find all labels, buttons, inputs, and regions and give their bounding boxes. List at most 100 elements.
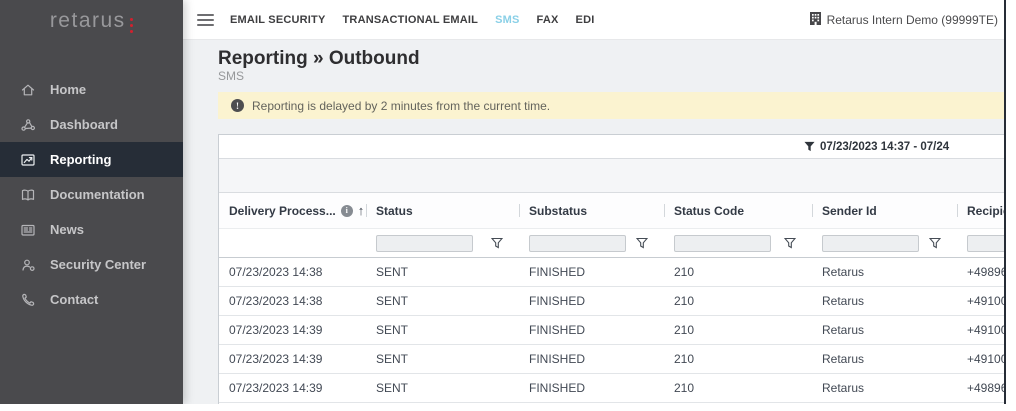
sidebar-item-news[interactable]: News bbox=[0, 212, 183, 247]
logo-text: retarus bbox=[50, 9, 126, 33]
sidebar-item-reporting[interactable]: Reporting bbox=[0, 142, 183, 177]
table-cell: 210 bbox=[664, 294, 812, 308]
sidebar-item-label: News bbox=[50, 222, 84, 237]
security-center-icon bbox=[20, 256, 37, 273]
table-row[interactable]: 07/23/2023 14:39SENTFINISHED210Retarus+4… bbox=[219, 345, 1006, 374]
column-label: Status Code bbox=[674, 204, 744, 218]
filter-cell-sender-id bbox=[812, 229, 957, 257]
nav-edi[interactable]: EDI bbox=[576, 14, 595, 26]
grid-toolbar: 07/23/2023 14:37 - 07/24 bbox=[219, 135, 1006, 158]
product-nav: EMAIL SECURITY TRANSACTIONAL EMAIL SMS F… bbox=[230, 14, 594, 26]
column-label: Status bbox=[376, 204, 413, 218]
organization-building-icon bbox=[810, 12, 821, 28]
sort-ascending-icon[interactable]: ↑ bbox=[358, 203, 365, 218]
sidebar-item-contact[interactable]: Contact bbox=[0, 282, 183, 317]
column-label: Delivery Process... bbox=[229, 204, 336, 218]
documentation-book-icon bbox=[20, 186, 37, 203]
table-cell: FINISHED bbox=[519, 294, 664, 308]
column-header-sender-id[interactable]: Sender Id bbox=[812, 193, 957, 228]
contact-phone-icon bbox=[20, 291, 37, 308]
table-row[interactable]: 07/23/2023 14:38SENTFINISHED210Retarus+4… bbox=[219, 258, 1006, 287]
filter-funnel-icon[interactable] bbox=[491, 237, 503, 249]
topbar: EMAIL SECURITY TRANSACTIONAL EMAIL SMS F… bbox=[183, 0, 1006, 40]
table-cell: FINISHED bbox=[519, 265, 664, 279]
table-row[interactable]: 07/23/2023 14:38SENTFINISHED210Retarus+4… bbox=[219, 287, 1006, 316]
recipient-filter-input[interactable] bbox=[967, 235, 1006, 252]
app-window: retarus Home Dashboard Reporting bbox=[0, 0, 1006, 404]
filter-funnel-icon[interactable] bbox=[636, 237, 648, 249]
table-cell: 210 bbox=[664, 323, 812, 337]
grid-group-panel bbox=[219, 158, 1006, 192]
sidebar-item-home[interactable]: Home bbox=[0, 72, 183, 107]
table-cell: SENT bbox=[366, 352, 519, 366]
nav-email-security[interactable]: EMAIL SECURITY bbox=[230, 14, 326, 26]
table-cell: Retarus bbox=[812, 294, 957, 308]
column-header-status-code[interactable]: Status Code bbox=[664, 193, 812, 228]
nav-transactional-email[interactable]: TRANSACTIONAL EMAIL bbox=[343, 14, 479, 26]
table-cell: 210 bbox=[664, 352, 812, 366]
column-header-recipient[interactable]: Recipient bbox=[957, 193, 1006, 228]
table-cell: +49100 bbox=[957, 352, 1006, 366]
table-cell: 07/23/2023 14:38 bbox=[219, 294, 366, 308]
table-body: 07/23/2023 14:38SENTFINISHED210Retarus+4… bbox=[219, 258, 1006, 403]
alert-exclamation-icon: ! bbox=[231, 99, 244, 112]
filter-cell-recipient bbox=[957, 229, 1006, 257]
delay-notice-banner: ! Reporting is delayed by 2 minutes from… bbox=[218, 92, 1006, 119]
filter-cell-status bbox=[366, 229, 519, 257]
nav-sms[interactable]: SMS bbox=[495, 14, 519, 26]
table-cell: +49100 bbox=[957, 323, 1006, 337]
nav-fax[interactable]: FAX bbox=[537, 14, 559, 26]
table-cell: 07/23/2023 14:39 bbox=[219, 352, 366, 366]
table-row[interactable]: 07/23/2023 14:39SENTFINISHED210Retarus+4… bbox=[219, 316, 1006, 345]
table-cell: SENT bbox=[366, 294, 519, 308]
sidebar-item-documentation[interactable]: Documentation bbox=[0, 177, 183, 212]
table-cell: SENT bbox=[366, 265, 519, 279]
account-name: Retarus Intern Demo (99999TE) bbox=[827, 13, 998, 27]
status-code-filter-input[interactable] bbox=[674, 235, 771, 252]
table-cell: 210 bbox=[664, 265, 812, 279]
sender-id-filter-input[interactable] bbox=[822, 235, 919, 252]
date-range-filter[interactable]: 07/23/2023 14:37 - 07/24 bbox=[804, 135, 949, 158]
filter-cell-delivery-processed bbox=[219, 229, 366, 257]
sidebar-item-label: Reporting bbox=[50, 152, 111, 167]
table-cell: FINISHED bbox=[519, 323, 664, 337]
table-cell: 07/23/2023 14:38 bbox=[219, 265, 366, 279]
table-cell: SENT bbox=[366, 381, 519, 395]
column-header-substatus[interactable]: Substatus bbox=[519, 193, 664, 228]
column-label: Sender Id bbox=[822, 204, 877, 218]
table-filter-row bbox=[219, 229, 1006, 258]
column-label: Recipient bbox=[967, 204, 1006, 218]
filter-funnel-icon[interactable] bbox=[929, 237, 941, 249]
main-content: Reporting » Outbound SMS ! Reporting is … bbox=[183, 40, 1006, 404]
sidebar-item-label: Dashboard bbox=[50, 117, 118, 132]
sidebar-item-label: Documentation bbox=[50, 187, 145, 202]
reporting-chart-icon bbox=[20, 151, 37, 168]
column-header-status[interactable]: Status bbox=[366, 193, 519, 228]
notice-text: Reporting is delayed by 2 minutes from t… bbox=[252, 99, 550, 113]
home-icon bbox=[20, 81, 37, 98]
column-header-delivery-processed[interactable]: Delivery Process... i ↑ bbox=[219, 193, 366, 228]
filter-funnel-icon[interactable] bbox=[784, 237, 796, 249]
table-cell: 07/23/2023 14:39 bbox=[219, 381, 366, 395]
sidebar-nav: Home Dashboard Reporting Documentation bbox=[0, 72, 183, 317]
report-grid-panel: 07/23/2023 14:37 - 07/24 Delivery Proces… bbox=[218, 134, 1006, 404]
table-cell: 210 bbox=[664, 381, 812, 395]
column-label: Substatus bbox=[529, 204, 587, 218]
table-cell: FINISHED bbox=[519, 381, 664, 395]
sidebar-item-label: Contact bbox=[50, 292, 98, 307]
dashboard-icon bbox=[20, 116, 37, 133]
table-cell: +49100 bbox=[957, 294, 1006, 308]
retarus-logo[interactable]: retarus bbox=[0, 0, 183, 42]
table-row[interactable]: 07/23/2023 14:39SENTFINISHED210Retarus+4… bbox=[219, 374, 1006, 403]
date-range-text: 07/23/2023 14:37 - 07/24 bbox=[820, 141, 949, 153]
table-cell: 07/23/2023 14:39 bbox=[219, 323, 366, 337]
table-cell: SENT bbox=[366, 323, 519, 337]
sidebar-item-dashboard[interactable]: Dashboard bbox=[0, 107, 183, 142]
substatus-filter-input[interactable] bbox=[529, 235, 626, 252]
account-selector[interactable]: Retarus Intern Demo (99999TE) bbox=[810, 12, 998, 28]
info-icon[interactable]: i bbox=[341, 205, 353, 217]
sidebar-item-security-center[interactable]: Security Center bbox=[0, 247, 183, 282]
status-filter-input[interactable] bbox=[376, 235, 473, 252]
table-cell: +49896 bbox=[957, 381, 1006, 395]
menu-hamburger-icon[interactable] bbox=[197, 11, 214, 29]
